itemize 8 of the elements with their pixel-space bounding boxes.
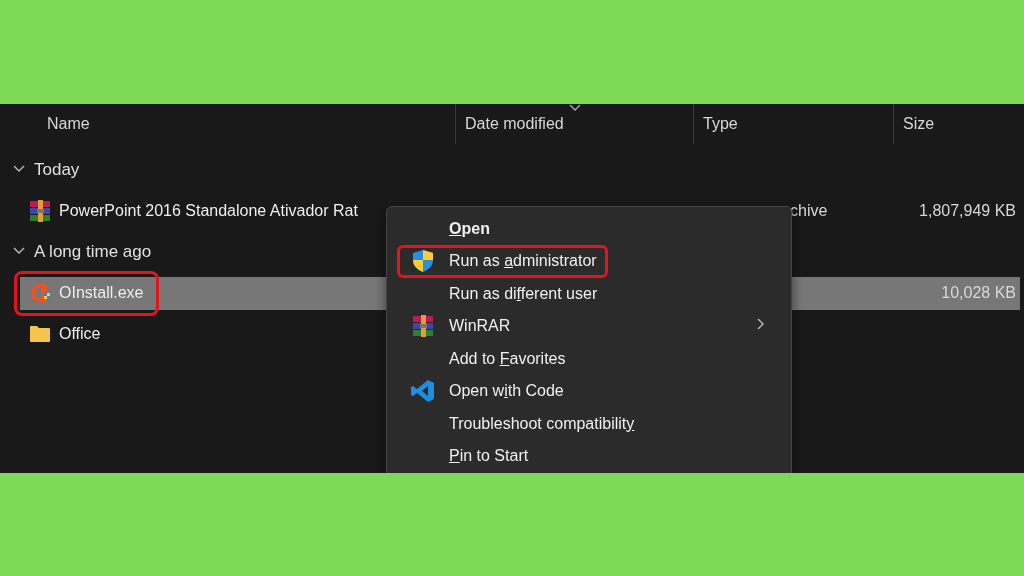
- file-name: OInstall.exe: [59, 284, 144, 302]
- file-size: 10,028 KB: [940, 284, 1017, 302]
- file-size: 1,807,949 KB: [918, 202, 1017, 220]
- group-label: A long time ago: [34, 242, 152, 262]
- file-type: chive: [789, 202, 829, 220]
- group-label: Today: [34, 160, 80, 180]
- file-name: Office: [59, 325, 101, 343]
- file-name: PowerPoint 2016 Standalone Ativador Rat: [59, 202, 358, 220]
